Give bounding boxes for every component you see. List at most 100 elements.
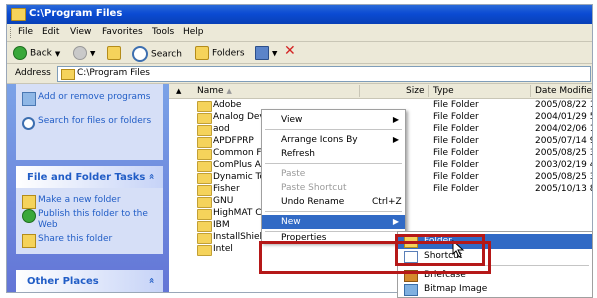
chevron-down-icon: ▼ [54, 49, 61, 58]
publish-web-link[interactable]: Publish this folder to the Web [38, 209, 158, 231]
folder-icon [197, 137, 212, 148]
context-undo-shortcut: Ctrl+Z [372, 197, 402, 207]
other-places-title: Other Places [27, 276, 99, 287]
menu-help[interactable]: Help [183, 27, 204, 37]
file-date: 2004/02/06 1:31 [535, 124, 592, 134]
back-button[interactable]: Back ▼ [13, 46, 60, 60]
menu-tools[interactable]: Tools [152, 27, 174, 37]
search-button[interactable]: Search [132, 46, 182, 62]
back-arrow-icon [13, 46, 27, 60]
context-undo-label: Undo Rename [281, 197, 345, 207]
context-refresh-label: Refresh [281, 149, 315, 159]
address-bar: Address C:\Program Files [7, 64, 592, 84]
other-places-header[interactable]: Other Places » [16, 270, 163, 292]
context-refresh[interactable]: Refresh [262, 147, 405, 161]
window-title: C:\Program Files [29, 8, 123, 19]
column-name[interactable]: Name ▲ [197, 86, 232, 96]
submenu-arrow-icon: ▶ [392, 135, 399, 144]
folders-button[interactable]: Folders [195, 46, 245, 60]
file-date: 2003/02/19 4:24 [535, 160, 592, 170]
file-date: 2004/01/29 5:33 [535, 112, 592, 122]
menu-view[interactable]: View [70, 27, 91, 37]
folder-icon [61, 69, 75, 80]
file-type: File Folder [433, 112, 479, 122]
scroll-up-arrow-icon[interactable]: ▲ [176, 87, 181, 95]
folder-icon [197, 173, 212, 184]
file-type: File Folder [433, 172, 479, 182]
chevron-down-icon: ▼ [90, 49, 96, 58]
add-remove-programs-link[interactable]: Add or remove programs [38, 92, 153, 103]
column-size[interactable]: Size [406, 86, 424, 96]
collapse-chevron-icon: » [146, 173, 158, 180]
context-menu: View ▶ Arrange Icons By ▶ Refresh Paste … [261, 109, 406, 243]
title-bar[interactable]: C:\Program Files [7, 5, 592, 24]
search-icon [22, 117, 35, 130]
task-pane: Add or remove programs Search for files … [7, 84, 169, 292]
menu-separator [265, 211, 402, 212]
new-bitmap-item[interactable]: Bitmap Image [398, 282, 592, 297]
toolbar-grip[interactable] [10, 27, 13, 38]
file-type: File Folder [433, 100, 479, 110]
folder-icon [197, 221, 212, 232]
folders-label: Folders [212, 48, 245, 59]
share-folder-link[interactable]: Share this folder [38, 234, 112, 245]
delete-x-icon[interactable]: ✕ [284, 44, 296, 58]
folder-icon [197, 209, 212, 220]
up-folder-button[interactable] [107, 46, 124, 60]
share-folder-icon [22, 234, 36, 248]
folder-icon [197, 245, 212, 256]
column-divider[interactable] [428, 85, 429, 97]
context-view-label: View [281, 115, 303, 125]
file-type: File Folder [433, 136, 479, 146]
file-date: 2005/08/25 3:49 [535, 148, 592, 158]
file-date: 2005/07/14 9:40 [535, 136, 592, 146]
file-date: 2005/10/13 8:56 [535, 184, 592, 194]
folder-icon [197, 149, 212, 160]
make-new-folder-link[interactable]: Make a new folder [38, 195, 121, 206]
column-divider[interactable] [359, 85, 360, 97]
back-label: Back [30, 48, 52, 59]
highlight-box-folder [395, 234, 485, 266]
context-paste: Paste [262, 167, 405, 181]
file-folder-tasks-header[interactable]: File and Folder Tasks » [16, 166, 163, 188]
submenu-arrow-icon: ▶ [392, 115, 399, 124]
context-arrange-icons[interactable]: Arrange Icons By ▶ [262, 133, 405, 147]
file-folder-tasks-title: File and Folder Tasks [27, 172, 146, 183]
file-type: File Folder [433, 184, 479, 194]
folder-icon [197, 185, 212, 196]
views-icon [255, 46, 269, 60]
context-view[interactable]: View ▶ [262, 113, 405, 127]
context-paste-label: Paste [281, 169, 306, 179]
column-date-modified[interactable]: Date Modified [535, 86, 592, 96]
menu-edit[interactable]: Edit [42, 27, 59, 37]
submenu-arrow-icon: ▶ [392, 217, 399, 226]
search-files-link[interactable]: Search for files or folders [38, 116, 153, 127]
file-date: 2005/08/25 3:46 [535, 172, 592, 182]
search-label: Search [151, 49, 182, 60]
forward-button[interactable]: ▼ [73, 46, 95, 60]
menu-file[interactable]: File [18, 27, 33, 37]
up-folder-icon [107, 46, 121, 60]
column-divider[interactable] [530, 85, 531, 97]
folder-icon [197, 197, 212, 208]
forward-arrow-icon [73, 46, 87, 60]
bitmap-image-icon [404, 284, 418, 296]
address-field[interactable]: C:\Program Files [57, 66, 591, 82]
menu-separator [265, 163, 402, 164]
column-header-bar: ▲ Name ▲ Size Type Date Modified [169, 84, 592, 99]
column-type[interactable]: Type [433, 86, 454, 96]
menu-bar: File Edit View Favorites Tools Help [7, 24, 592, 42]
address-value: C:\Program Files [77, 68, 150, 78]
context-new[interactable]: New ▶ [262, 215, 405, 229]
address-label: Address [15, 68, 51, 78]
collapse-chevron-icon: » [146, 277, 158, 284]
views-button[interactable]: ▼ [255, 46, 277, 60]
folder-icon [197, 161, 212, 172]
menu-favorites[interactable]: Favorites [102, 27, 143, 37]
add-remove-programs-icon [22, 92, 36, 106]
folder-icon [11, 8, 26, 21]
file-date: 2005/08/22 10:1 [535, 100, 592, 110]
folder-icon [197, 233, 212, 244]
context-undo-rename[interactable]: Undo Rename Ctrl+Z [262, 195, 405, 209]
sort-ascending-icon: ▲ [226, 87, 232, 95]
